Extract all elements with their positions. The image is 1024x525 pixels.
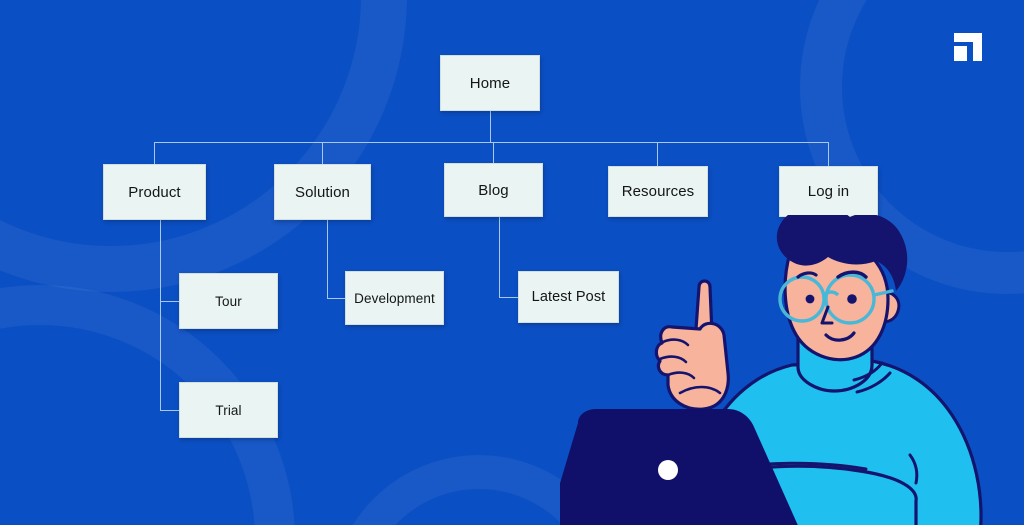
sitemap-node-label: Development bbox=[354, 290, 435, 306]
sitemap-node-login[interactable]: Log in bbox=[779, 166, 878, 217]
head bbox=[776, 215, 908, 362]
sitemap-node-label: Blog bbox=[478, 181, 509, 199]
sitemap-node-trial[interactable]: Trial bbox=[179, 382, 278, 438]
sitemap-node-label: Tour bbox=[215, 293, 242, 309]
sitemap-node-label: Solution bbox=[294, 183, 350, 201]
sitemap-node-home[interactable]: Home bbox=[440, 55, 540, 111]
sitemap-node-label: Log in bbox=[807, 183, 850, 200]
glasses-icon bbox=[778, 273, 894, 325]
sitemap-node-tour[interactable]: Tour bbox=[179, 273, 278, 329]
laptop bbox=[560, 409, 798, 525]
connector-drop-resources bbox=[657, 142, 658, 166]
sitemap-node-product[interactable]: Product bbox=[103, 164, 206, 220]
sitemap-banner: Home Product Solution Blog Resources Log… bbox=[0, 0, 1024, 525]
connector-home-stem bbox=[490, 111, 491, 142]
background-arc-bottom-center bbox=[330, 455, 628, 525]
sitemap-node-blog[interactable]: Blog bbox=[444, 163, 543, 217]
background-arc-top-right bbox=[800, 0, 1024, 294]
sitemap-node-label: Resources bbox=[621, 183, 695, 200]
background-arc-top-left bbox=[0, 0, 407, 292]
laptop-camera-dot bbox=[658, 460, 678, 480]
connector-level1-bus bbox=[154, 142, 829, 143]
connector-blog-spine bbox=[499, 217, 500, 298]
brand-logo-icon bbox=[948, 27, 988, 67]
connector-drop-blog bbox=[493, 142, 494, 163]
sitemap-node-latest-post[interactable]: Latest Post bbox=[518, 271, 619, 323]
connector-product-to-trial bbox=[160, 410, 179, 411]
connector-blog-to-latest-post bbox=[499, 297, 518, 298]
sitemap-node-label: Home bbox=[469, 74, 511, 92]
connector-drop-solution bbox=[322, 142, 323, 164]
raised-arm-sleeve bbox=[666, 415, 746, 517]
sitemap-node-resources[interactable]: Resources bbox=[608, 166, 708, 217]
sitemap-node-label: Trial bbox=[215, 402, 242, 418]
connector-solution-to-development bbox=[327, 298, 345, 299]
sitemap-node-development[interactable]: Development bbox=[345, 271, 444, 325]
sitemap-node-solution[interactable]: Solution bbox=[274, 164, 371, 220]
sitemap-node-label: Product bbox=[128, 183, 181, 201]
person-illustration bbox=[560, 215, 1024, 525]
connector-product-spine bbox=[160, 220, 161, 410]
connector-product-to-tour bbox=[160, 301, 179, 302]
connector-solution-spine bbox=[327, 220, 328, 298]
sitemap-node-label: Latest Post bbox=[531, 289, 606, 305]
connector-drop-product bbox=[154, 142, 155, 164]
typing-arm bbox=[673, 453, 919, 525]
pointing-hand bbox=[654, 279, 730, 411]
connector-drop-login bbox=[828, 142, 829, 166]
sweater-shape bbox=[680, 329, 983, 525]
